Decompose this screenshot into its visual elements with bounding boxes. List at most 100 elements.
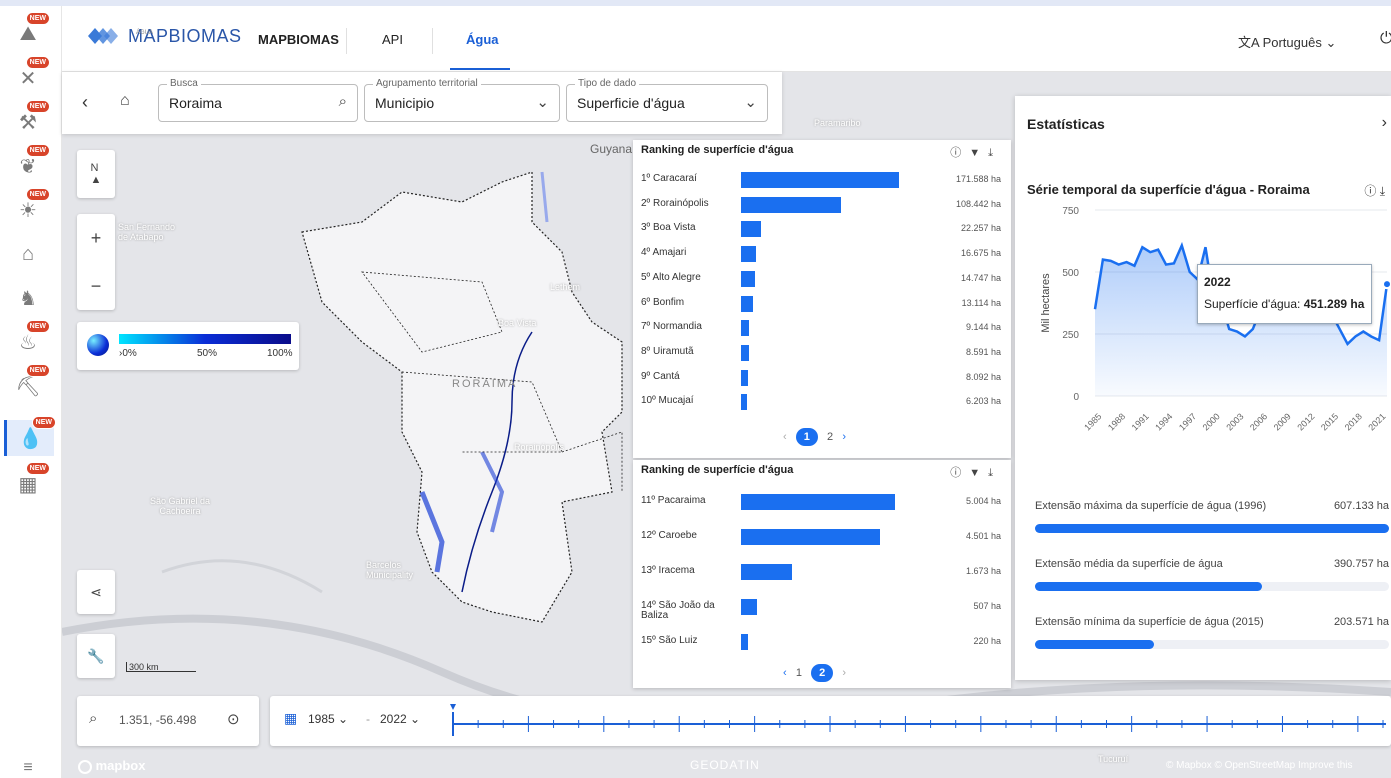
rail-water-icon[interactable]: 💧 NEW xyxy=(4,416,56,456)
ranking-row[interactable]: 13º Iracema 1.673 ha xyxy=(641,562,1001,582)
prev-page-icon[interactable]: ‹ xyxy=(783,431,787,443)
page-1-button[interactable]: 1 xyxy=(796,667,802,679)
coords-bar: ⌕ 1.351, -56.498 ⊙ xyxy=(77,696,259,746)
rail-pickaxe-icon[interactable]: ⛏ NEW xyxy=(8,364,50,404)
ranking-value: 14.747 ha xyxy=(960,272,1001,283)
timeline-slider[interactable] xyxy=(446,700,1386,740)
share-icon: ⋖ xyxy=(90,583,102,600)
tooltip-series: Superfície d'água: xyxy=(1204,297,1301,311)
attribution[interactable]: © Mapbox © OpenStreetMap Improve this xyxy=(1166,760,1352,771)
search-panel: ‹ ⌂ Busca Roraima ⌕ Agrupamento territor… xyxy=(62,72,782,134)
back-icon[interactable]: ‹ xyxy=(82,92,88,113)
zoom-in-button[interactable]: + xyxy=(91,214,102,262)
map-label-sao-gabriel: São Gabriel da Cachoeira xyxy=(149,496,211,516)
home-icon[interactable]: ⌂ xyxy=(120,92,130,110)
nav-agua[interactable]: Água xyxy=(466,32,499,47)
stats-panel: Estatísticas › Série temporal da superfí… xyxy=(1015,96,1391,680)
rail-fire-icon[interactable]: ♨ NEW xyxy=(8,320,50,360)
nav-api[interactable]: API xyxy=(382,32,403,47)
ranking-row[interactable]: 7º Normandia 9.144 ha xyxy=(641,318,1001,338)
ranking-value: 5.004 ha xyxy=(965,496,1001,506)
page-1-button[interactable]: 1 xyxy=(795,428,818,446)
settings-button[interactable]: 🔧 xyxy=(77,634,115,678)
search-icon[interactable]: ⌕ xyxy=(339,93,347,110)
ranking-row[interactable]: 6º Bonfim 13.114 ha xyxy=(641,294,1001,314)
language-selector[interactable]: 文A Português ⌄ xyxy=(1238,32,1336,51)
ranking-bar xyxy=(741,529,880,545)
nav-mapbiomas[interactable]: MAPBIOMAS xyxy=(258,32,339,47)
x-tick-label: 2000 xyxy=(1201,411,1222,432)
ranking-row[interactable]: 15º São Luiz 220 ha xyxy=(641,632,1001,652)
legend-gradient xyxy=(119,334,291,344)
rail-mining-icon[interactable]: ⚒ NEW xyxy=(8,100,50,140)
year-start-select[interactable]: 1985 ⌄ xyxy=(308,712,348,726)
metric-value: 607.133 ha xyxy=(1333,500,1389,512)
download-icon[interactable]: ⤓ xyxy=(1380,184,1385,198)
locate-icon[interactable]: ⊙ xyxy=(227,710,240,728)
rail-bank-icon[interactable]: ⌂ xyxy=(8,236,48,272)
new-badge: NEW xyxy=(31,416,56,429)
year-end-select[interactable]: 2022 ⌄ xyxy=(380,712,420,726)
ranking-row[interactable]: 11º Pacaraima 5.004 ha xyxy=(641,492,1001,512)
tipo-select[interactable]: Tipo de dado Superficie d'água ⌄ xyxy=(566,78,768,122)
ranking-value: 108.442 ha xyxy=(955,198,1001,209)
collapse-icon[interactable]: › xyxy=(1382,114,1387,132)
ranking-row[interactable]: 5º Alto Alegre 14.747 ha xyxy=(641,269,1001,289)
filter-icon[interactable]: ▼ xyxy=(969,147,988,159)
download-icon[interactable]: ⤓ xyxy=(988,467,1001,479)
x-tick-label: 2009 xyxy=(1272,411,1293,432)
busca-field[interactable]: Busca Roraima ⌕ xyxy=(158,78,358,122)
logo-mark-icon xyxy=(88,28,118,44)
next-page-icon[interactable]: › xyxy=(842,431,846,443)
compass-button[interactable]: N ▲ xyxy=(77,150,115,198)
ranking-bar xyxy=(741,634,748,650)
ranking-row[interactable]: 4º Amajari 16.675 ha xyxy=(641,244,1001,264)
info-icon[interactable]: ⓘ xyxy=(950,147,969,159)
ranking-row[interactable]: 9º Cantá 8.092 ha xyxy=(641,368,1001,388)
ranking-value: 4.501 ha xyxy=(965,531,1001,541)
share-button[interactable]: ⋖ xyxy=(77,570,115,614)
ranking-row[interactable]: 1º Caracaraí 171.588 ha xyxy=(641,170,1001,190)
ranking-row[interactable]: 3º Boa Vista 22.257 ha xyxy=(641,219,1001,239)
stats-title: Estatísticas xyxy=(1027,116,1105,132)
y-tick-label: 0 xyxy=(1073,392,1079,403)
search-icon[interactable]: ⌕ xyxy=(89,710,97,727)
logo[interactable]: MAPBIOMAS xyxy=(86,20,242,52)
next-page-icon[interactable]: › xyxy=(842,667,846,679)
x-tick-label: 2015 xyxy=(1319,411,1340,432)
rail-deforestation-icon[interactable]: ⛰ NEW xyxy=(8,12,50,52)
power-icon[interactable]: ⏻ xyxy=(1380,30,1391,48)
x-tick-label: 1985 xyxy=(1082,411,1103,432)
ranking-row[interactable]: 8º Uiramutã 8.591 ha xyxy=(641,343,1001,363)
y-tick-label: 750 xyxy=(1062,206,1079,217)
language-label: Português xyxy=(1262,35,1322,50)
rail-degradation-icon[interactable]: ✕ NEW xyxy=(8,56,50,96)
zoom-out-button[interactable]: − xyxy=(91,262,102,310)
rail-map-icon[interactable]: ▦ NEW xyxy=(8,462,50,502)
ranking-row[interactable]: 10º Mucajaí 6.203 ha xyxy=(641,392,1001,412)
rail-cattle-icon[interactable]: ♞ xyxy=(8,280,48,316)
ranking-name: 12º Caroebe xyxy=(641,530,697,541)
rail-leaf-icon[interactable]: ❦ NEW xyxy=(8,144,50,184)
info-icon[interactable]: ⓘ xyxy=(950,467,969,479)
ranking-row[interactable]: 12º Caroebe 4.501 ha xyxy=(641,527,1001,547)
rail-urban-icon[interactable]: ☀ NEW xyxy=(8,188,50,228)
nav-active-underline xyxy=(450,68,510,70)
agrupamento-select[interactable]: Agrupamento territorial Municipio ⌄ xyxy=(364,78,560,122)
prev-page-icon[interactable]: ‹ xyxy=(783,667,787,679)
filter-icon[interactable]: ▼ xyxy=(969,467,988,479)
page-2-button[interactable]: 2 xyxy=(811,664,834,682)
download-icon[interactable]: ⤓ xyxy=(988,147,1001,159)
ranking-bar xyxy=(741,246,757,263)
ranking-bar xyxy=(741,196,841,213)
chart-tooltip: 2022 Superfície d'água: 451.289 ha xyxy=(1197,264,1372,324)
time-series-chart[interactable]: 750 500 250 0 Mil hectares 1985 1988 1991 1994 19… xyxy=(1015,206,1391,446)
data-point-highlight[interactable] xyxy=(1382,279,1391,290)
page-2-button[interactable]: 2 xyxy=(827,431,833,443)
water-legend-icon[interactable] xyxy=(87,334,109,356)
menu-icon[interactable]: ≡ xyxy=(8,750,48,778)
ranking-row[interactable]: 2º Rorainópolis 108.442 ha xyxy=(641,195,1001,215)
ranking-row[interactable]: 14º São João da Baliza 507 ha xyxy=(641,597,1001,621)
info-icon[interactable]: ⓘ xyxy=(1364,184,1376,198)
ranking-value: 22.257 ha xyxy=(960,223,1001,234)
